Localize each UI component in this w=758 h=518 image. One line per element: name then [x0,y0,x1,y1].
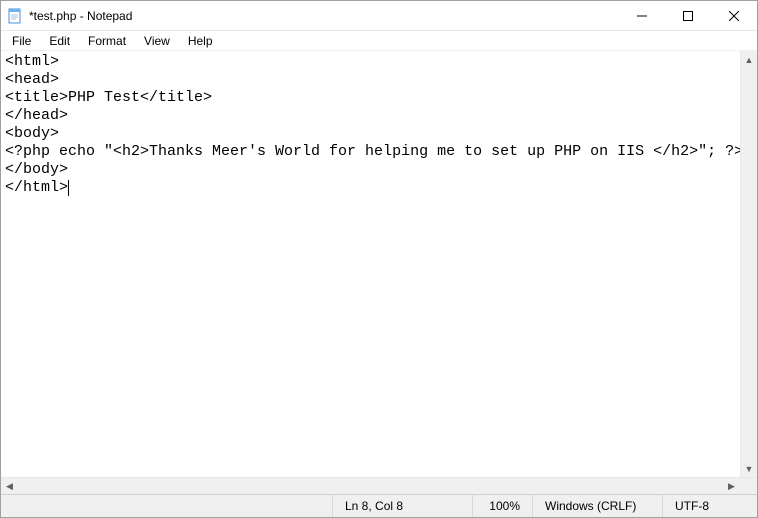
editor-wrap: <html><head><title>PHP Test</title></hea… [1,51,757,477]
scroll-up-icon[interactable]: ▲ [741,51,757,68]
scroll-track[interactable] [18,478,723,494]
scroll-right-icon[interactable]: ▶ [723,478,740,494]
status-lncol: Ln 8, Col 8 [332,495,472,517]
menu-edit[interactable]: Edit [40,33,79,49]
scroll-left-icon[interactable]: ◀ [1,478,18,494]
status-eol: Windows (CRLF) [532,495,662,517]
scroll-down-icon[interactable]: ▼ [741,460,757,477]
notepad-icon [7,8,23,24]
horizontal-scrollbar[interactable]: ◀ ▶ [1,477,757,494]
close-button[interactable] [711,1,757,31]
scroll-corner [740,478,757,494]
minimize-button[interactable] [619,1,665,31]
menubar: File Edit Format View Help [1,31,757,51]
status-encoding: UTF-8 [662,495,757,517]
status-zoom: 100% [472,495,532,517]
text-editor[interactable]: <html><head><title>PHP Test</title></hea… [1,51,740,477]
menu-view[interactable]: View [135,33,179,49]
window-title: *test.php - Notepad [29,9,132,23]
scroll-track[interactable] [741,68,757,460]
menu-help[interactable]: Help [179,33,222,49]
statusbar: Ln 8, Col 8 100% Windows (CRLF) UTF-8 [1,494,757,517]
titlebar: *test.php - Notepad [1,1,757,31]
maximize-button[interactable] [665,1,711,31]
menu-file[interactable]: File [3,33,40,49]
menu-format[interactable]: Format [79,33,135,49]
vertical-scrollbar[interactable]: ▲ ▼ [740,51,757,477]
text-cursor [68,180,69,196]
status-spacer [1,495,332,517]
